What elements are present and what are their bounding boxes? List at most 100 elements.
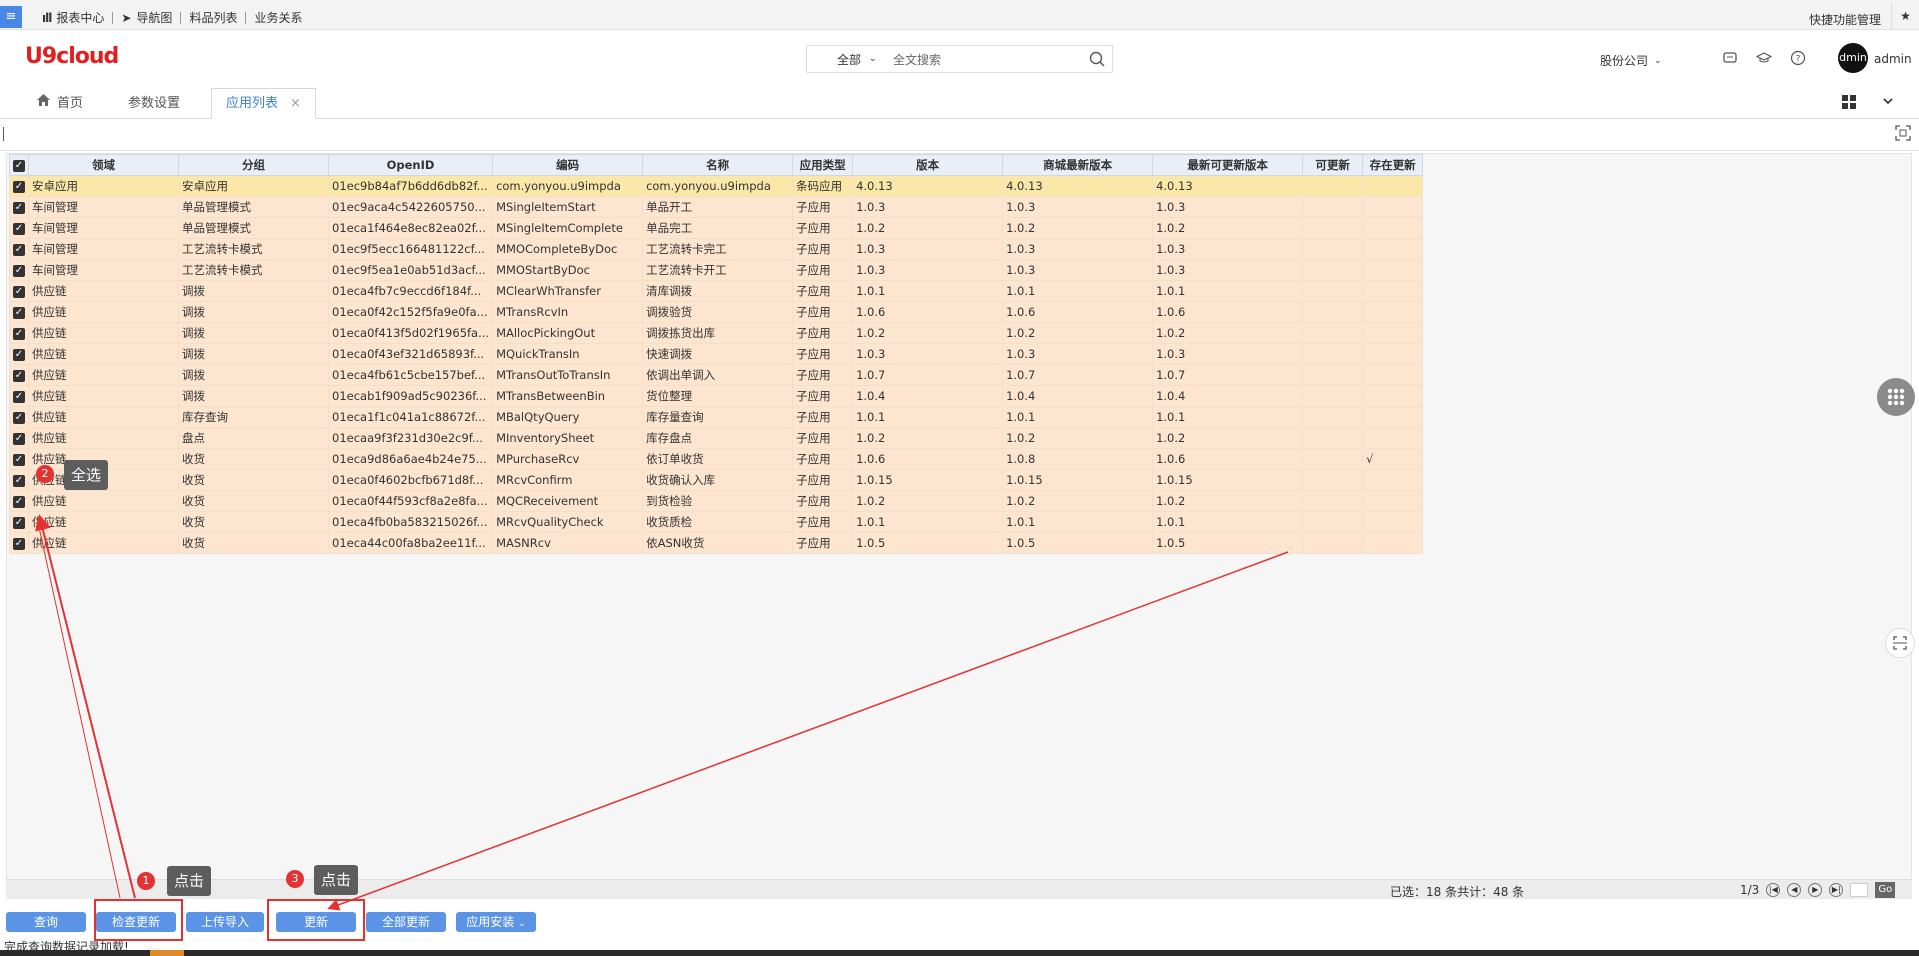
topnav-business-relation[interactable]: 业务关系 (246, 9, 310, 26)
update-all-button[interactable]: 全部更新 (366, 912, 446, 932)
column-header[interactable]: 名称 (642, 154, 794, 176)
column-header[interactable]: OpenID (327, 154, 494, 176)
table-row[interactable]: ✓ 安卓应用 安卓应用 01ec9b84af7b6dd6db82f... com.yon… (9, 175, 1424, 197)
search-icon[interactable] (1082, 51, 1112, 67)
help-icon[interactable]: ? (1790, 50, 1806, 69)
tab-parameter-settings[interactable]: 参数设置 (128, 88, 180, 119)
column-header[interactable]: 分组 (178, 154, 329, 176)
table-cell: 1.0.6 (1152, 448, 1304, 470)
table-cell (1302, 385, 1364, 407)
app-launcher-icon[interactable] (1877, 378, 1915, 416)
table-row[interactable]: ✓ 车间管理 单品管理模式 01ec9aca4c5422605750... MSingl… (9, 196, 1424, 218)
row-checkbox[interactable]: ✓ (9, 217, 29, 239)
shortcut-management-link[interactable]: 快捷功能管理 (1809, 11, 1881, 28)
column-header[interactable]: 编码 (492, 154, 644, 176)
check-icon: ✓ (13, 411, 25, 424)
row-checkbox[interactable]: ✓ (9, 196, 29, 218)
search-scope-select[interactable]: 全部 ⌄ (807, 51, 893, 68)
row-checkbox[interactable]: ✓ (9, 322, 29, 344)
table-row[interactable]: ✓ 车间管理 工艺流转卡模式 01ec9f5ea1e0ab51d3acf... MMOS… (9, 259, 1424, 281)
table-cell: 工艺流转卡完工 (642, 238, 794, 260)
table-row[interactable]: ✓ 供应链 调拨 01eca4fb7c9eccd6f184f... MClearWhTr… (9, 280, 1424, 302)
row-checkbox[interactable]: ✓ (9, 427, 29, 449)
graduation-cap-icon[interactable] (1755, 50, 1773, 69)
last-page-icon[interactable]: ▶| (1829, 883, 1844, 897)
table-row[interactable]: ✓ 供应链 调拨 01eca0f413f5d02f1965fa... MAllocPic… (9, 322, 1424, 344)
table-row[interactable]: ✓ 供应链 收货 01eca44c00fa8ba2ee11f... MASNRcv 依AS… (9, 532, 1424, 554)
tab-home[interactable]: 首页 (36, 88, 83, 119)
row-checkbox[interactable]: ✓ (9, 490, 29, 512)
close-icon[interactable]: × (290, 88, 301, 119)
row-checkbox[interactable]: ✓ (9, 406, 29, 428)
query-button[interactable]: 查询 (6, 912, 86, 932)
fullscreen-icon[interactable] (1895, 125, 1911, 144)
row-checkbox[interactable]: ✓ (9, 238, 29, 260)
row-checkbox[interactable]: ✓ (9, 280, 29, 302)
row-checkbox[interactable]: ✓ (9, 469, 29, 491)
table-cell: 1.0.2 (852, 490, 1004, 512)
row-checkbox[interactable]: ✓ (9, 385, 29, 407)
next-page-icon[interactable]: ▶ (1808, 883, 1823, 897)
table-cell: 1.0.5 (852, 532, 1004, 554)
table-cell: 子应用 (792, 427, 854, 449)
go-button[interactable]: Go (1875, 882, 1896, 898)
select-all-checkbox[interactable]: ✓ (9, 154, 29, 176)
row-checkbox[interactable]: ✓ (9, 301, 29, 323)
column-header[interactable]: 存在更新 (1362, 154, 1424, 176)
table-row[interactable]: ✓供应链收货01eca0f4602bcfb671d8f...MRcvConfir… (9, 469, 1424, 491)
row-checkbox[interactable]: ✓ (9, 532, 29, 554)
table-cell: 1.0.7 (1002, 364, 1154, 386)
table-row[interactable]: ✓ 车间管理 单品管理模式 01eca1f464e8ec82ea02f... MSing… (9, 217, 1424, 239)
table-cell: 1.0.4 (1002, 385, 1154, 407)
table-cell (1302, 175, 1364, 197)
column-header[interactable]: 应用类型 (792, 154, 854, 176)
row-checkbox[interactable]: ✓ (9, 343, 29, 365)
column-header[interactable]: 领域 (28, 154, 179, 176)
column-header[interactable]: 可更新 (1302, 154, 1364, 176)
menu-icon[interactable]: ≡ (0, 6, 22, 28)
username[interactable]: admin (1874, 52, 1912, 66)
tab-app-list[interactable]: 应用列表 × (211, 88, 316, 119)
message-icon[interactable] (1722, 50, 1738, 69)
page-number-input[interactable] (1850, 883, 1869, 897)
table-row[interactable]: ✓ 车间管理 工艺流转卡模式 01ec9f5ecc166481122cf... MMOC… (9, 238, 1424, 260)
row-checkbox[interactable]: ✓ (9, 511, 29, 533)
topnav-item-list[interactable]: 料品列表 (181, 9, 245, 26)
chevron-down-icon[interactable] (1881, 94, 1895, 113)
table-cell: 供应链 (28, 343, 179, 365)
table-cell: 库存查询 (178, 406, 329, 428)
table-row[interactable]: ✓ 供应链 收货 01eca9d86a6ae4b24e75... MPurchaseRc… (9, 448, 1424, 470)
table-row[interactable]: ✓ 供应链 收货 01eca0f44f593cf8a2e8fa... MQCReceiv… (9, 490, 1424, 512)
column-header[interactable]: 商城最新版本 (1002, 154, 1154, 176)
company-select[interactable]: 股份公司 ⌄ (1600, 52, 1662, 69)
column-header[interactable]: 最新可更新版本 (1152, 154, 1304, 176)
table-row[interactable]: ✓ 供应链 调拨 01ecab1f909ad5c90236f... MTransBetw… (9, 385, 1424, 407)
avatar[interactable]: dmin (1838, 43, 1868, 73)
row-checkbox[interactable]: ✓ (9, 448, 29, 470)
table-cell: 库存盘点 (642, 427, 794, 449)
table-row[interactable]: ✓ 供应链 收货 01eca4fb0ba583215026f... MRcvQualit… (9, 511, 1424, 533)
grid-apps-icon[interactable] (1841, 94, 1857, 113)
screenshot-icon[interactable] (1885, 628, 1915, 658)
topnav-navigation-map[interactable]: ➤ 导航图 (113, 9, 180, 26)
table-cell: 安卓应用 (178, 175, 329, 197)
table-cell: 1.0.1 (852, 406, 1004, 428)
row-checkbox[interactable]: ✓ (9, 364, 29, 386)
table-cell: 1.0.1 (1002, 406, 1154, 428)
table-cell: 1.0.6 (1152, 301, 1304, 323)
first-page-icon[interactable]: |◀ (1766, 883, 1781, 897)
app-install-button[interactable]: 应用安装 ⌄ (456, 912, 536, 932)
upload-import-button[interactable]: 上传导入 (186, 912, 264, 932)
table-row[interactable]: ✓ 供应链 盘点 01ecaa9f3f231d30e2c9f... MInventory… (9, 427, 1424, 449)
column-header[interactable]: 版本 (852, 154, 1004, 176)
table-row[interactable]: ✓ 供应链 库存查询 01eca1f1c041a1c88672f... MBalQtyQ… (9, 406, 1424, 428)
topnav-report-center[interactable]: ıll 报表中心 (34, 9, 112, 26)
table-row[interactable]: ✓ 供应链 调拨 01eca0f43ef321d65893f... MQuickTran… (9, 343, 1424, 365)
search-input[interactable]: 全文搜索 (893, 51, 1082, 68)
table-row[interactable]: ✓ 供应链 调拨 01eca4fb61c5cbe157bef... MTransOutT… (9, 364, 1424, 386)
row-checkbox[interactable]: ✓ (9, 259, 29, 281)
row-checkbox[interactable]: ✓ (9, 175, 29, 197)
prev-page-icon[interactable]: ◀ (1787, 883, 1802, 897)
star-icon[interactable]: ★ (1891, 2, 1919, 30)
table-row[interactable]: ✓ 供应链 调拨 01eca0f42c152f5fa9e0fa... MTransRcv… (9, 301, 1424, 323)
